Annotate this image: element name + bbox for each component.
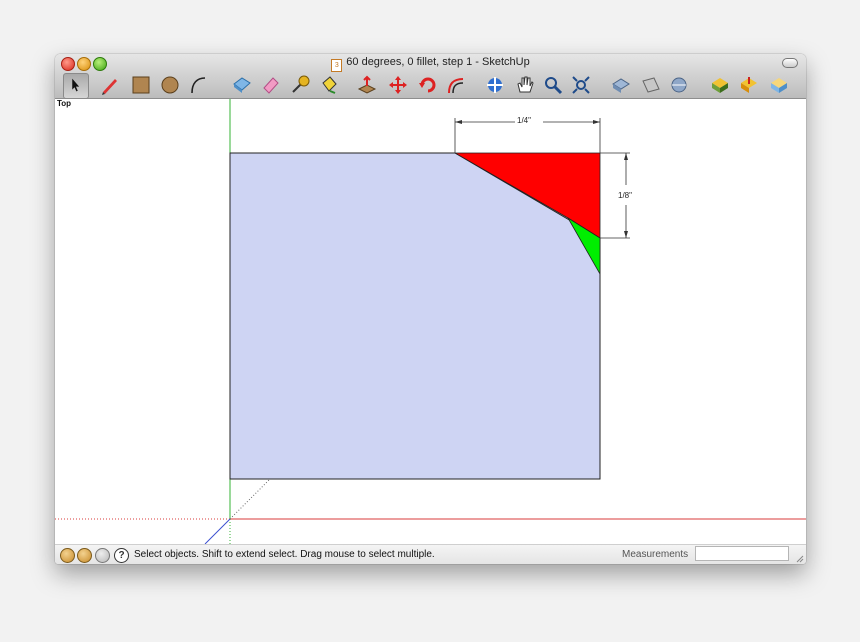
dimension-vertical-label: 1/8" [618, 191, 632, 200]
arrow-cursor-icon [72, 78, 80, 92]
status-bar: ? Select objects. Shift to extend select… [55, 544, 806, 564]
paint-bucket-icon [322, 76, 337, 94]
credits-icon[interactable] [77, 548, 92, 563]
window-title: 3 60 degrees, 0 fillet, step 1 - SketchUp [55, 56, 806, 72]
orbit-icon [487, 77, 503, 93]
arc-icon [191, 77, 206, 94]
geo-location-icon[interactable] [60, 548, 75, 563]
rotate-tool[interactable] [417, 74, 439, 96]
pan-tool[interactable] [514, 74, 536, 96]
pencil-icon [102, 79, 117, 95]
skp-document-icon: 3 [331, 59, 343, 72]
tape-measure-tool[interactable] [289, 74, 311, 96]
measurements-label: Measurements [622, 549, 689, 560]
component-browser-tool[interactable] [768, 74, 790, 96]
sketchup-window: 3 60 degrees, 0 fillet, step 1 - SketchUp [55, 54, 806, 564]
rectangle-tool[interactable] [130, 74, 152, 96]
offset-tool[interactable] [445, 74, 467, 96]
share-model-icon [741, 77, 757, 93]
drawing-viewport[interactable]: Top 1/4" 1/8" [55, 99, 806, 544]
move-icon [389, 76, 407, 94]
measurements-input[interactable] [695, 546, 789, 561]
rotate-icon [419, 77, 436, 93]
dimension-horizontal-label: 1/4" [517, 116, 531, 125]
previous-view-icon [612, 78, 630, 93]
pencil-tool[interactable] [99, 74, 121, 96]
rectangle-icon [132, 76, 150, 94]
arc-tool[interactable] [187, 74, 209, 96]
offset-icon [448, 78, 464, 94]
user-icon[interactable] [95, 548, 110, 563]
standard-views-tool[interactable] [668, 74, 690, 96]
zoom-extents-icon [572, 76, 590, 94]
zoom-extents-tool[interactable] [570, 74, 592, 96]
component-icon [233, 77, 251, 93]
main-toolbar [55, 72, 806, 99]
zoom-tool[interactable] [542, 74, 564, 96]
3d-warehouse-tool[interactable] [709, 74, 731, 96]
move-tool[interactable] [387, 74, 409, 96]
circle-icon [161, 76, 179, 94]
eraser-icon [263, 77, 279, 94]
hand-icon [517, 76, 534, 93]
next-view-icon [642, 77, 660, 93]
blue-axis [204, 518, 231, 544]
warehouse-icon [712, 78, 728, 93]
help-icon[interactable]: ? [114, 548, 129, 563]
select-tool[interactable] [63, 73, 89, 99]
toolbar-toggle-button[interactable] [782, 58, 798, 68]
previous-view-tool[interactable] [610, 74, 632, 96]
magnifier-icon [545, 77, 563, 95]
next-view-tool[interactable] [640, 74, 662, 96]
make-component-tool[interactable] [231, 74, 253, 96]
components-icon [771, 78, 787, 93]
tape-measure-icon [292, 75, 310, 93]
dotted-guide [229, 478, 271, 520]
title-bar: 3 60 degrees, 0 fillet, step 1 - SketchUp [55, 54, 806, 99]
eraser-tool[interactable] [260, 74, 282, 96]
paint-bucket-tool[interactable] [318, 74, 340, 96]
resize-grip-icon[interactable] [794, 553, 804, 563]
status-message: Select objects. Shift to extend select. … [134, 549, 435, 560]
push-pull-tool[interactable] [356, 74, 378, 96]
model-canvas [55, 99, 806, 544]
standard-views-icon [671, 77, 687, 93]
window-title-text: 60 degrees, 0 fillet, step 1 - SketchUp [346, 56, 530, 68]
orbit-tool[interactable] [484, 74, 506, 96]
circle-tool[interactable] [159, 74, 181, 96]
push-pull-icon [357, 75, 377, 94]
share-model-tool[interactable] [738, 74, 760, 96]
